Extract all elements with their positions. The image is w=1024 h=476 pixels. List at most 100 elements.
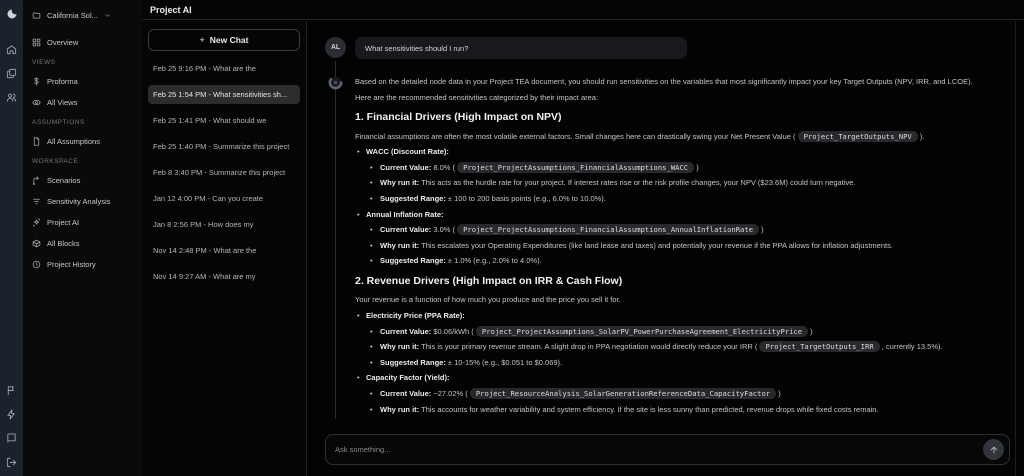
bold-label: Suggested Range: xyxy=(380,357,446,367)
bold-label: Why run it: xyxy=(380,404,420,414)
sidebar-item-sensitivity-analysis[interactable]: Sensitivity Analysis xyxy=(32,194,138,208)
bold-label: WACC (Discount Rate): xyxy=(366,147,449,157)
sidebar-item-label: Overview xyxy=(47,37,79,47)
bold-label: Why run it: xyxy=(380,178,420,188)
bold-label: Why run it: xyxy=(380,342,420,352)
composer xyxy=(325,434,1010,465)
bullet-item: Capacity Factor (Yield): xyxy=(355,373,1015,383)
app-logo-icon[interactable] xyxy=(6,8,18,20)
dollar-icon xyxy=(34,76,39,86)
chat-history-item[interactable]: Feb 8 3:40 PM - Summarize this project xyxy=(148,163,300,182)
bold-label: Annual Inflation Rate: xyxy=(366,209,444,219)
sidebar-item-label: Scenarios xyxy=(47,175,81,185)
sidebar-section-assumptions: ASSUMPTIONS xyxy=(32,119,85,126)
sidebar-item-project-ai[interactable]: Project AI xyxy=(32,215,138,229)
project-selector[interactable]: California Sol... xyxy=(32,8,138,22)
projects-icon[interactable] xyxy=(6,68,17,79)
text-run: , currently 13.5%). xyxy=(879,342,943,352)
bold-label: Current Value: xyxy=(380,225,432,235)
bullet-item: Why run it: This acts as the hurdle rate… xyxy=(355,178,1015,188)
chat-history-item[interactable]: Feb 25 9:16 PM - What are the xyxy=(148,59,300,78)
code-chip: Project_ResourceAnalysis_SolarGeneration… xyxy=(469,387,777,399)
sidebar-item-all-views[interactable]: All Views xyxy=(32,95,138,109)
chat-history-panel: + New Chat Feb 25 9:16 PM - What are the… xyxy=(142,21,307,476)
bold-label: Current Value: xyxy=(380,388,432,398)
text-run: Your revenue is a function of how much y… xyxy=(355,295,621,305)
text-run: Financial assumptions are often the most… xyxy=(355,131,798,141)
code-chip: Project_ProjectAssumptions_FinancialAssu… xyxy=(457,224,760,236)
chat-input[interactable] xyxy=(335,445,983,454)
sidebar-item-project-history[interactable]: Project History xyxy=(32,257,138,271)
sidebar-item-label: Project AI xyxy=(47,217,80,227)
eye-icon xyxy=(32,99,41,105)
scenarios-flow-icon xyxy=(32,175,39,185)
page-title: Project AI xyxy=(150,4,192,15)
new-chat-button[interactable]: + New Chat xyxy=(148,29,300,51)
text-run: 2. Revenue Drivers (High Impact on IRR &… xyxy=(355,274,623,287)
assistant-message: Based on the detailed node data in your … xyxy=(355,77,1015,420)
text-run: 3.0% ( xyxy=(431,225,458,235)
bold-label: Current Value: xyxy=(380,162,432,172)
chat-main: AL What sensitivities should I run? Base… xyxy=(308,21,1024,476)
code-chip: Project_ProjectAssumptions_SolarPV_Power… xyxy=(475,325,809,337)
chat-history-item[interactable]: Feb 25 1:40 PM - Summarize this project xyxy=(148,137,300,156)
sidebar: California Sol... Overview VIEWS Proform… xyxy=(23,0,142,476)
text-run: Here are the recommended sensitivities c… xyxy=(355,92,599,102)
sidebar-section-views: VIEWS xyxy=(32,59,56,66)
logout-icon[interactable] xyxy=(6,457,17,468)
message-paragraph: Your revenue is a function of how much y… xyxy=(355,295,1015,305)
grid-icon xyxy=(32,38,41,46)
message-heading: 1. Financial Drivers (High Impact on NPV… xyxy=(355,111,1015,124)
vertical-divider xyxy=(1015,21,1016,476)
arrow-up-icon xyxy=(990,446,997,453)
bold-label: Electricity Price (PPA Rate): xyxy=(366,311,465,320)
text-run: This acts as the hurdle rate for your pr… xyxy=(419,178,856,188)
chat-history-item[interactable]: Jan 12 4:00 PM - Can you create xyxy=(148,189,300,208)
message-paragraph: Here are the recommended sensitivities c… xyxy=(355,93,1015,103)
sidebar-item-label: All Blocks xyxy=(47,238,80,248)
home-icon[interactable] xyxy=(6,44,17,55)
flag-icon[interactable] xyxy=(6,385,17,396)
history-clock-icon xyxy=(32,260,41,268)
users-icon[interactable] xyxy=(6,92,17,103)
chat-history-item[interactable]: Nov 14 9:27 AM - What are my xyxy=(148,267,300,286)
sidebar-item-all-blocks[interactable]: All Blocks xyxy=(32,236,138,250)
bold-label: Suggested Range: xyxy=(380,194,446,203)
sidebar-item-all-assumptions[interactable]: All Assumptions xyxy=(32,134,138,148)
filter-icon xyxy=(33,198,40,204)
sidebar-item-scenarios[interactable]: Scenarios xyxy=(32,173,138,187)
bullet-item: Why run it: This accounts for weather va… xyxy=(355,405,1015,415)
chat-history-item[interactable]: Jan 8 2:56 PM - How does my xyxy=(148,215,300,234)
chat-history-item[interactable]: Nov 14 2:48 PM - What are the xyxy=(148,241,300,260)
assistant-avatar-icon xyxy=(328,75,343,90)
text-run: ± 100 to 200 basis points (e.g., 6.0% to… xyxy=(445,194,606,203)
bold-label: Suggested Range: xyxy=(380,256,446,266)
bullet-item: Current Value: ~27.02% ( Project_Resourc… xyxy=(355,387,1015,399)
send-button[interactable] xyxy=(983,439,1004,460)
message-paragraph: Based on the detailed node data in your … xyxy=(355,77,1015,87)
sidebar-item-label: Sensitivity Analysis xyxy=(47,196,111,206)
code-chip: Project_TargetOutputs_NPV xyxy=(797,130,918,142)
bold-label: Capacity Factor (Yield): xyxy=(366,373,450,383)
docs-book-icon[interactable] xyxy=(6,433,17,444)
chat-history-item[interactable]: Feb 25 1:41 PM - What should we xyxy=(148,111,300,130)
message-paragraph: Financial assumptions are often the most… xyxy=(355,130,1015,142)
rail-bottom-group xyxy=(6,385,17,468)
bullet-item: Electricity Price (PPA Rate): xyxy=(355,311,1015,321)
bullet-item: Current Value: 8.0% ( Project_ProjectAss… xyxy=(355,161,1015,173)
code-chip: Project_TargetOutputs_IRR xyxy=(759,341,880,353)
text-run: 1. Financial Drivers (High Impact on NPV… xyxy=(355,111,562,124)
zap-icon[interactable] xyxy=(6,409,17,420)
chat-history-item[interactable]: Feb 25 1:54 PM - What sensitivities sh..… xyxy=(148,85,300,104)
blocks-icon xyxy=(32,239,41,247)
plus-icon: + xyxy=(199,35,205,45)
code-chip: Project_ProjectAssumptions_FinancialAssu… xyxy=(457,161,695,173)
sidebar-item-proforma[interactable]: Proforma xyxy=(32,74,138,88)
text-run: $0.06/kWh ( xyxy=(431,326,476,336)
text-run: This is your primary revenue stream. A s… xyxy=(419,342,760,352)
text-run: ) xyxy=(808,326,813,336)
bullet-item: Annual Inflation Rate: xyxy=(355,210,1015,220)
sidebar-item-overview[interactable]: Overview xyxy=(32,35,138,49)
user-message-bubble: What sensitivities should I run? xyxy=(355,37,687,59)
sidebar-item-label: All Views xyxy=(47,97,78,107)
